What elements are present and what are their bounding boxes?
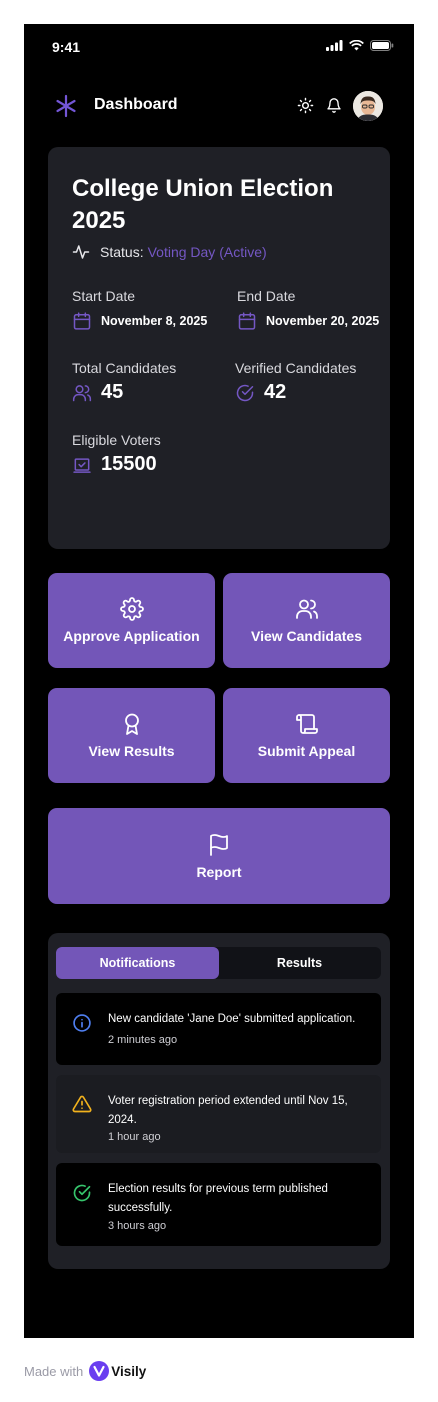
end-date-value: November 20, 2025: [266, 314, 380, 328]
theme-toggle-icon[interactable]: [297, 97, 314, 114]
eligible-voters-value: 15500: [101, 453, 157, 475]
notification-time: 2 minutes ago: [108, 1034, 178, 1046]
warning-icon: [72, 1095, 92, 1113]
start-date-label: Start Date: [72, 288, 136, 304]
verified-candidates: 42: [235, 381, 286, 404]
activity-icon: [72, 245, 90, 259]
notification-message: Election results for previous term publi…: [108, 1183, 328, 1214]
approve-application-label: Approve Application: [63, 628, 200, 644]
submit-appeal-label: Submit Appeal: [257, 743, 356, 759]
check-circle-icon: [73, 1184, 91, 1202]
total-candidates: 45: [72, 381, 123, 404]
page-title: Dashboard: [94, 96, 178, 113]
gear-icon: [119, 597, 144, 621]
made-with-label: Made with: [24, 1363, 84, 1379]
total-candidates-label: Total Candidates: [72, 360, 177, 376]
status-icons: [326, 40, 394, 51]
check-circle-icon: [236, 384, 254, 401]
eligible-voters: 15500: [72, 453, 157, 476]
notification-item[interactable]: New candidate 'Jane Doe' submitted appli…: [56, 993, 381, 1065]
view-results-button[interactable]: View Results: [48, 688, 215, 783]
verified-candidates-label: Verified Candidates: [235, 360, 357, 376]
phone-screen: 9:41 Dashboard College Union Election 20…: [24, 24, 414, 1338]
avatar[interactable]: [353, 91, 383, 121]
election-card: College Union Election 2025 Status: Voti…: [48, 147, 390, 549]
tab-results[interactable]: Results: [218, 947, 381, 979]
made-with-footer[interactable]: Made with Visily: [24, 1361, 146, 1381]
notification-time: 3 hours ago: [108, 1220, 167, 1232]
report-label: Report: [196, 863, 242, 880]
ballot-box-icon: [73, 457, 91, 473]
view-results-label: View Results: [88, 743, 175, 759]
status-bar: 9:41: [24, 24, 414, 68]
scroll-icon: [295, 714, 318, 734]
notification-message: Voter registration period extended until…: [108, 1095, 348, 1126]
status-label: Status:: [100, 244, 144, 260]
approve-application-button[interactable]: Approve Application: [48, 573, 215, 668]
visily-logo-icon: [89, 1361, 110, 1381]
election-status: Status: Voting Day (Active): [72, 243, 267, 261]
eligible-voters-label: Eligible Voters: [72, 432, 161, 448]
wifi-icon: [349, 40, 364, 51]
election-title: College Union Election 2025: [72, 175, 334, 234]
calendar-icon: [73, 312, 91, 330]
logo-icon[interactable]: [54, 94, 78, 118]
info-icon: [73, 1014, 91, 1032]
verified-candidates-value: 42: [264, 381, 287, 403]
view-candidates-label: View Candidates: [250, 628, 362, 644]
status-value: Voting Day (Active): [147, 244, 267, 260]
notification-time: 1 hour ago: [108, 1131, 161, 1143]
end-date-label: End Date: [237, 288, 296, 304]
visily-brand: Visily: [111, 1363, 147, 1379]
users-icon: [72, 384, 92, 401]
notification-item[interactable]: Voter registration period extended until…: [56, 1075, 381, 1153]
report-button[interactable]: Report: [48, 808, 390, 904]
view-candidates-button[interactable]: View Candidates: [223, 573, 390, 668]
submit-appeal-button[interactable]: Submit Appeal: [223, 688, 390, 783]
start-date: November 8, 2025: [72, 311, 207, 331]
signal-icon: [326, 40, 343, 51]
bell-icon[interactable]: [326, 97, 342, 114]
status-time: 9:41: [52, 39, 81, 55]
battery-icon: [370, 40, 394, 51]
flag-icon: [210, 833, 228, 856]
app-header: Dashboard: [24, 90, 414, 122]
award-icon: [124, 713, 139, 735]
activity-panel: Notifications Results New candidate 'Jan…: [48, 933, 390, 1269]
users-icon: [295, 599, 318, 619]
notification-message: New candidate 'Jane Doe' submitted appli…: [108, 1013, 356, 1025]
end-date: November 20, 2025: [237, 311, 379, 331]
total-candidates-value: 45: [101, 381, 124, 403]
user-avatar-icon: [353, 91, 383, 121]
notification-item[interactable]: Election results for previous term publi…: [56, 1163, 381, 1246]
calendar-icon: [238, 312, 256, 330]
tab-notifications[interactable]: Notifications: [56, 947, 219, 979]
start-date-value: November 8, 2025: [101, 314, 208, 328]
panel-tabs: Notifications Results: [56, 947, 381, 979]
